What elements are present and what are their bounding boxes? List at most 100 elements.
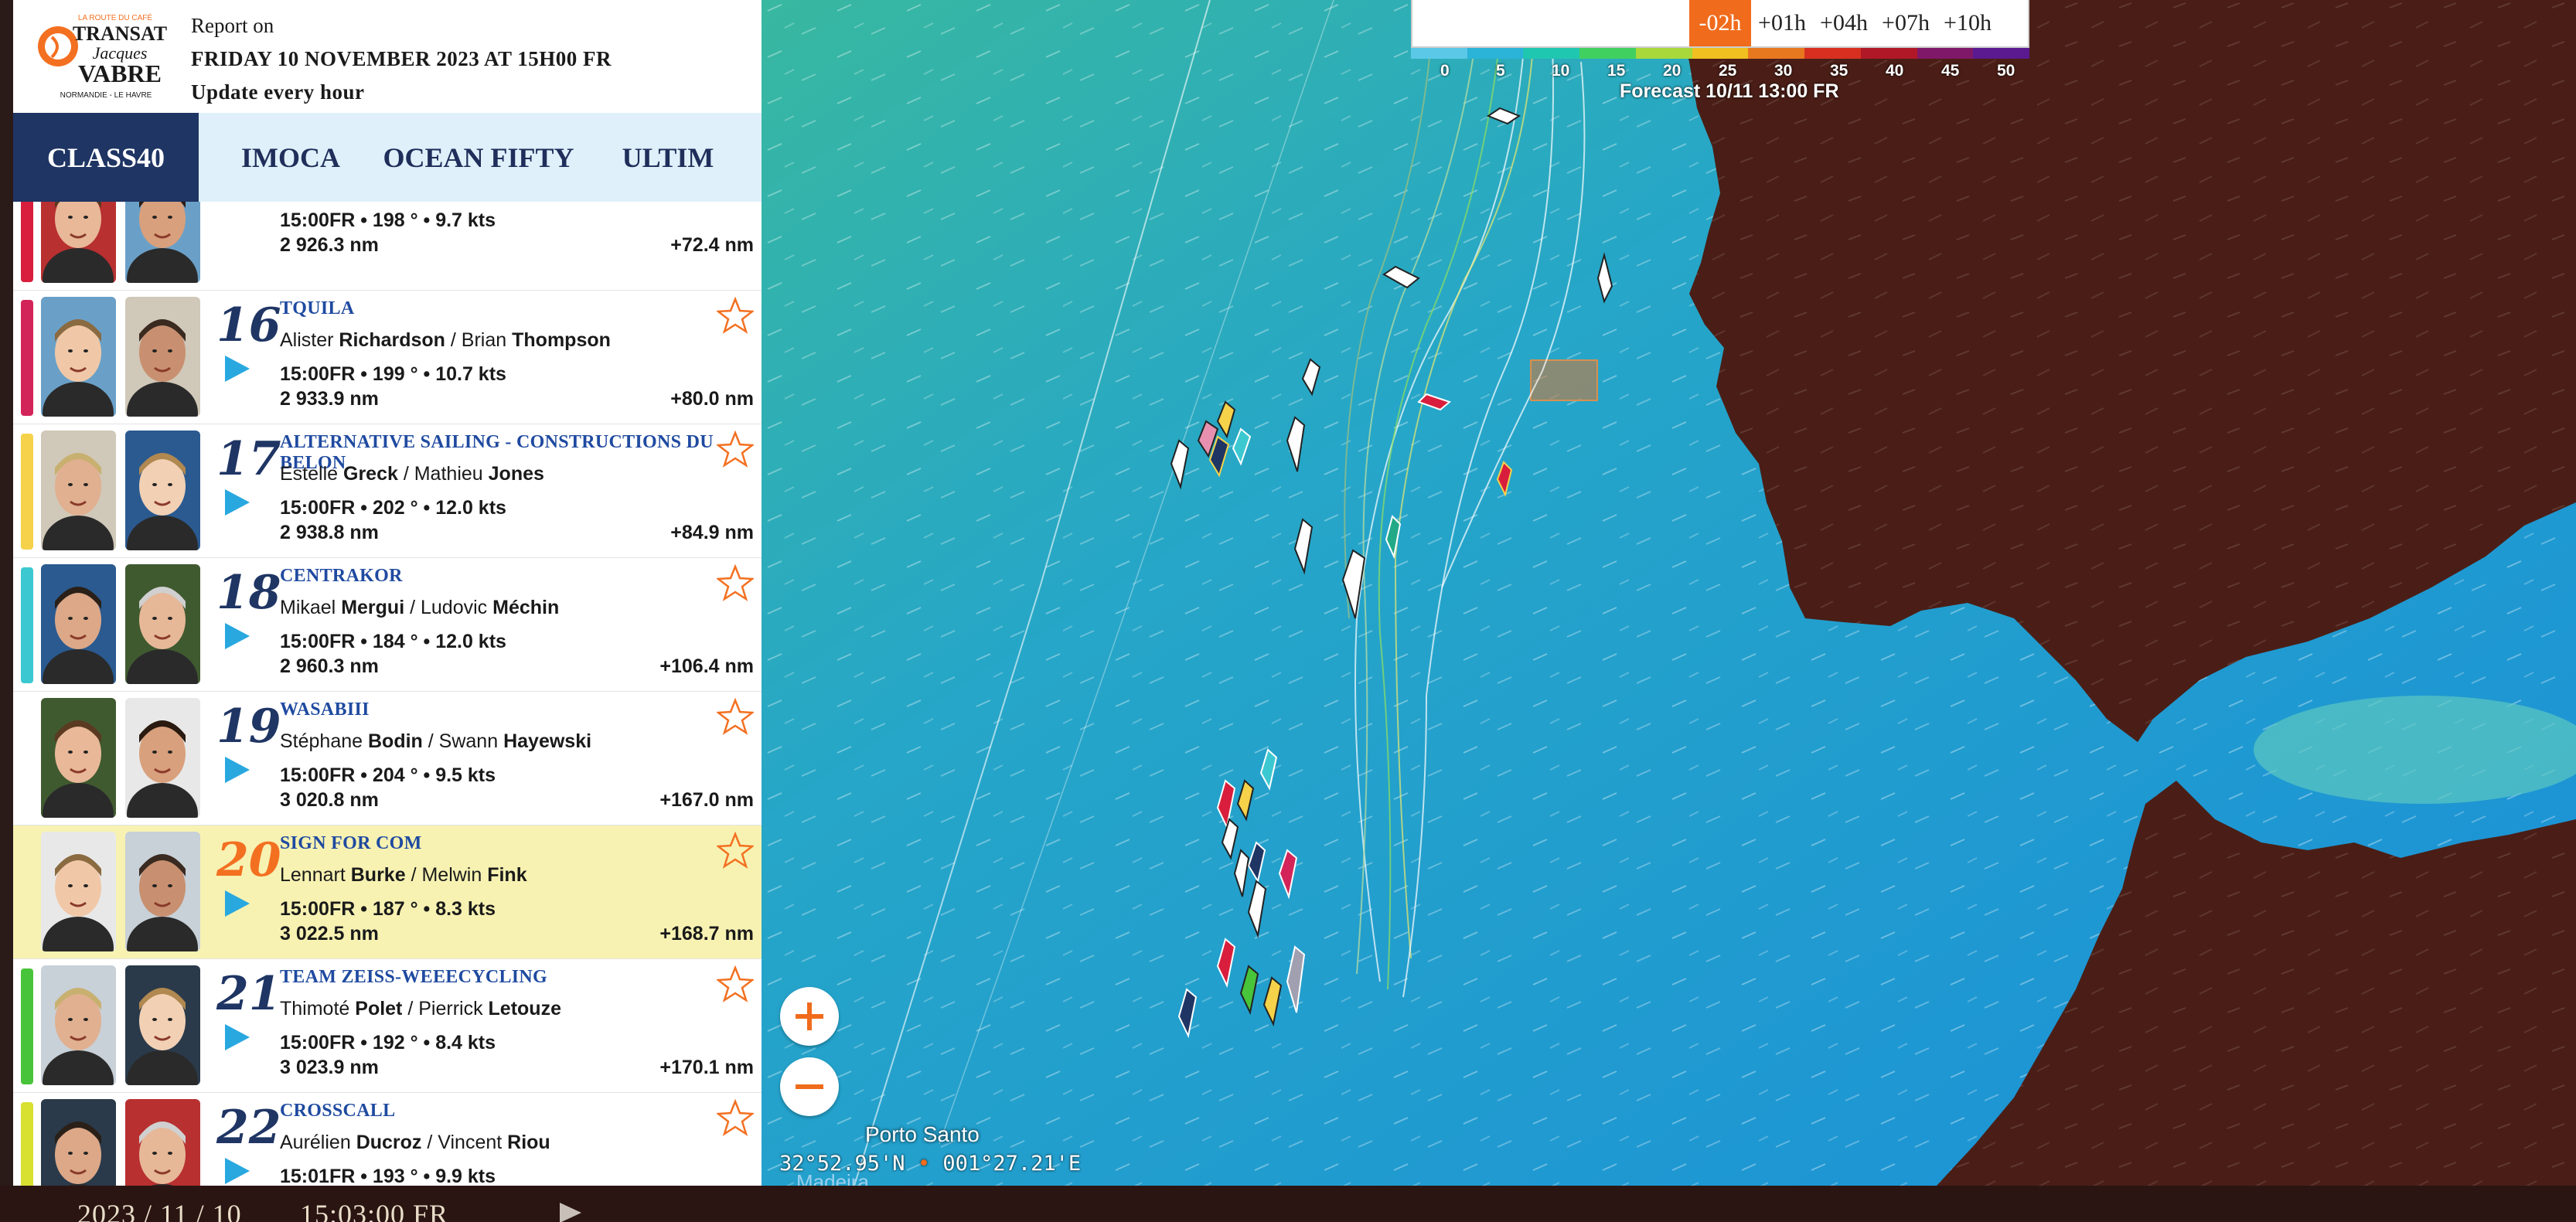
map-canvas[interactable] bbox=[762, 0, 2576, 1186]
star-icon[interactable] bbox=[717, 297, 754, 334]
skipper-photo bbox=[125, 965, 200, 1085]
skippers: Lennart Burke / Melwin Fink bbox=[280, 864, 527, 886]
zoom-in-button[interactable] bbox=[780, 987, 839, 1046]
rank-number: 16 bbox=[216, 298, 281, 352]
skipper-2-last: Jones bbox=[488, 463, 544, 485]
tab-ocean-fifty[interactable]: OCEAN FIFTY bbox=[383, 113, 574, 202]
distance-to-finish: 3 022.5 nm bbox=[280, 923, 379, 945]
skipper-photo bbox=[125, 832, 200, 951]
ranking-row[interactable]: 16 TQUILA Alister Richardson / Brian Tho… bbox=[13, 291, 762, 424]
gap-to-leader: +80.0 nm bbox=[670, 388, 754, 410]
boat-name[interactable]: SIGN FOR COM bbox=[280, 833, 422, 854]
wind-scale-label: 35 bbox=[1830, 62, 1849, 80]
time-button-plus-10h[interactable]: +10h bbox=[1937, 0, 1998, 46]
boat-name[interactable]: TQUILA bbox=[280, 298, 355, 319]
play-icon[interactable] bbox=[222, 755, 251, 785]
ranking-sidebar: LA ROUTE DU CAFÉ TRANSAT Jacques VABRE N… bbox=[13, 0, 762, 1186]
distance-to-finish: 3 023.9 nm bbox=[280, 1057, 379, 1078]
ranking-row[interactable]: 18 CENTRAKOR Mikael Mergui / Ludovic Méc… bbox=[13, 558, 762, 692]
skipper-1-photo bbox=[41, 965, 116, 1085]
play-icon[interactable] bbox=[222, 889, 251, 918]
skipper-2-photo bbox=[125, 832, 200, 951]
star-icon[interactable] bbox=[717, 832, 754, 869]
skipper-1-first: Stéphane bbox=[280, 730, 363, 752]
coords-separator-icon: • bbox=[917, 1152, 931, 1176]
distance-to-finish: 2 960.3 nm bbox=[280, 655, 379, 677]
skipper-photo bbox=[125, 297, 200, 417]
boat-color-stripe bbox=[21, 835, 33, 951]
skipper-2-photo bbox=[125, 698, 200, 818]
tab-class40[interactable]: CLASS40 bbox=[13, 113, 199, 202]
distance-to-finish: 3 020.8 nm bbox=[280, 789, 379, 811]
skipper-2-photo bbox=[125, 202, 200, 283]
ranking-row[interactable]: 22 CROSSCALL Aurélien Ducroz / Vincent R… bbox=[13, 1093, 762, 1186]
forecast-label: Forecast 10/11 13:00 FR bbox=[1620, 80, 1839, 102]
skipper-1-last: Polet bbox=[355, 998, 403, 1019]
star-icon[interactable] bbox=[717, 564, 754, 601]
boat-color-stripe bbox=[21, 968, 33, 1084]
svg-text:NORMANDIE - LE HAVRE: NORMANDIE - LE HAVRE bbox=[60, 91, 152, 100]
ranking-row[interactable]: 21 TEAM ZEISS-WEEECYCLING Thimoté Polet … bbox=[13, 959, 762, 1093]
time-button-plus-07h[interactable]: +07h bbox=[1875, 0, 1937, 46]
wind-scale-label: 25 bbox=[1719, 62, 1737, 80]
skipper-2-first: Vincent bbox=[438, 1132, 503, 1153]
wind-scale-label: 0 bbox=[1440, 62, 1450, 80]
play-icon[interactable] bbox=[222, 1156, 251, 1186]
wind-scale-segment bbox=[1635, 48, 1692, 59]
race-logo[interactable]: LA ROUTE DU CAFÉ TRANSAT Jacques VABRE N… bbox=[29, 11, 183, 102]
timeline-date: 2023 / 11 / 10 bbox=[77, 1199, 242, 1222]
app-root: LA ROUTE DU CAFÉ TRANSAT Jacques VABRE N… bbox=[0, 0, 2576, 1222]
play-icon[interactable] bbox=[222, 621, 251, 651]
zoom-out-button[interactable] bbox=[780, 1057, 839, 1116]
wind-scale-bar bbox=[1411, 48, 2030, 59]
skipper-2-first: Ludovic bbox=[421, 597, 488, 618]
star-icon[interactable] bbox=[717, 965, 754, 1002]
skipper-1-photo bbox=[41, 1099, 116, 1186]
skipper-1-photo bbox=[41, 202, 116, 283]
boat-name[interactable]: CENTRAKOR bbox=[280, 566, 403, 587]
play-icon[interactable] bbox=[222, 354, 251, 383]
play-icon[interactable] bbox=[222, 488, 251, 517]
time-button-minus-02h[interactable]: -02h bbox=[1689, 0, 1751, 46]
sidebar-header: LA ROUTE DU CAFÉ TRANSAT Jacques VABRE N… bbox=[13, 0, 762, 113]
skipper-photo bbox=[41, 431, 116, 550]
star-icon[interactable] bbox=[717, 1099, 754, 1136]
skipper-2-photo bbox=[125, 1099, 200, 1186]
boat-name[interactable]: WASABIII bbox=[280, 700, 370, 720]
boat-name[interactable]: CROSSCALL bbox=[280, 1101, 395, 1122]
skipper-2-last: Riou bbox=[507, 1132, 550, 1153]
ranking-row[interactable]: 19 WASABIII Stéphane Bodin / Swann Hayew… bbox=[13, 692, 762, 825]
distance-to-finish: 2 926.3 nm bbox=[280, 234, 379, 256]
boat-color-stripe bbox=[21, 1102, 33, 1186]
skipper-photo bbox=[125, 564, 200, 684]
position-meta: 15:00FR • 199 ° • 10.7 kts bbox=[280, 363, 506, 385]
play-icon[interactable] bbox=[222, 1023, 251, 1052]
tab-imoca[interactable]: IMOCA bbox=[199, 113, 383, 202]
rank-number: 17 bbox=[216, 432, 281, 486]
wind-scale-segment bbox=[1973, 48, 2030, 59]
skipper-1-first: Mikael bbox=[280, 597, 336, 618]
wind-scale-segment bbox=[1917, 48, 1974, 59]
time-button-plus-04h[interactable]: +04h bbox=[1813, 0, 1875, 46]
gap-to-leader: +168.7 nm bbox=[659, 923, 754, 945]
exclusion-zone bbox=[1530, 359, 1598, 401]
star-icon[interactable] bbox=[717, 431, 754, 468]
ranking-row[interactable]: 17 ALTERNATIVE SAILING - CONSTRUCTIONS D… bbox=[13, 424, 762, 558]
ranking-row[interactable]: 20 SIGN FOR COM Lennart Burke / Melwin F… bbox=[13, 825, 762, 959]
tab-ultim[interactable]: ULTIM bbox=[574, 113, 762, 202]
race-map[interactable] bbox=[762, 0, 2576, 1186]
wind-scale-segment bbox=[1804, 48, 1861, 59]
position-meta: 15:01FR • 193 ° • 9.9 kts bbox=[280, 1166, 496, 1186]
star-icon[interactable] bbox=[717, 698, 754, 735]
wind-scale-segment bbox=[1748, 48, 1805, 59]
time-button-plus-01h[interactable]: +01h bbox=[1751, 0, 1813, 46]
distance-to-finish: 2 933.9 nm bbox=[280, 388, 379, 410]
timeline-play-icon[interactable] bbox=[558, 1203, 583, 1222]
skipper-2-first: Mathieu bbox=[414, 463, 483, 485]
boat-color-stripe bbox=[21, 567, 33, 683]
boat-name[interactable]: TEAM ZEISS-WEEECYCLING bbox=[280, 967, 547, 988]
position-meta: 15:00FR • 187 ° • 8.3 kts bbox=[280, 898, 496, 920]
skipper-2-last: Fink bbox=[487, 864, 527, 886]
skipper-1-first: Lennart bbox=[280, 864, 346, 886]
ranking-row[interactable]: 15 / 15:00FR • 198 ° • 9.7 kts 2 926.3 n… bbox=[13, 202, 762, 291]
